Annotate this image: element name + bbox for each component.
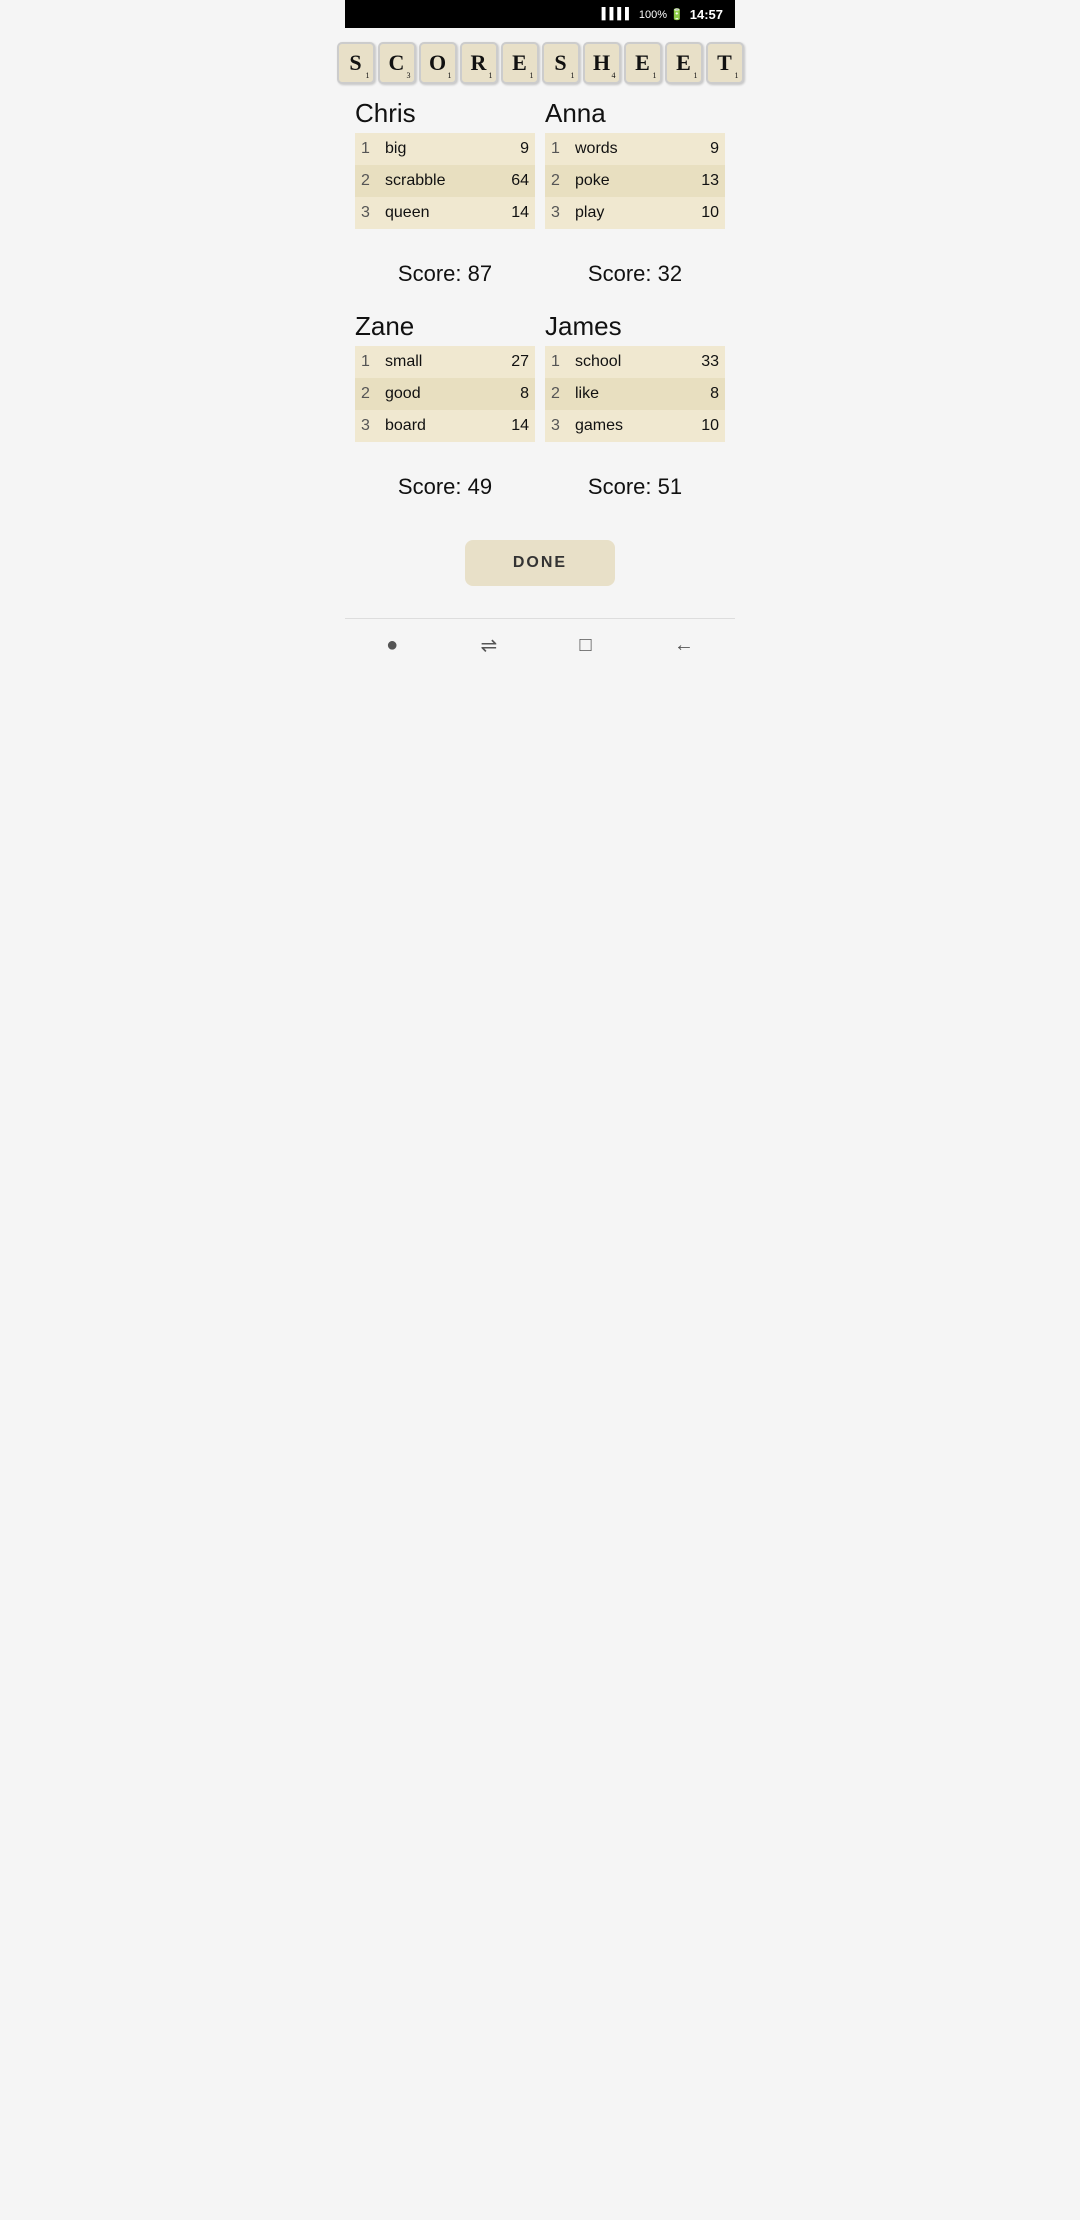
turn-num: 1 xyxy=(545,346,569,378)
word: poke xyxy=(569,165,670,197)
square-icon[interactable]: □ xyxy=(579,634,591,657)
word: school xyxy=(569,346,673,378)
dot-icon[interactable]: ● xyxy=(386,634,398,657)
word: scrabble xyxy=(379,165,490,197)
score: 10 xyxy=(670,197,725,229)
zane-table: 1 small 27 2 good 8 3 board 14 xyxy=(355,346,535,442)
anna-name: Anna xyxy=(545,98,725,129)
signal-icon: ▌▌▌▌ xyxy=(602,8,633,20)
turn-num: 1 xyxy=(355,346,379,378)
zane-name: Zane xyxy=(355,311,535,342)
player-zane: Zane 1 small 27 2 good 8 3 board 14 xyxy=(355,311,535,442)
table-row: 3 play 10 xyxy=(545,197,725,229)
score-summary-row1: Score: 87 Score: 32 xyxy=(355,245,725,295)
score: 9 xyxy=(670,133,725,165)
word: play xyxy=(569,197,670,229)
word: good xyxy=(379,378,479,410)
score-summary-row2: Score: 49 Score: 51 xyxy=(355,458,725,508)
table-row: 3 games 10 xyxy=(545,410,725,442)
score: 27 xyxy=(479,346,535,378)
score: 8 xyxy=(479,378,535,410)
turn-num: 1 xyxy=(545,133,569,165)
score: 33 xyxy=(673,346,725,378)
turn-num: 3 xyxy=(545,410,569,442)
score: 9 xyxy=(490,133,535,165)
scrabble-title: S1C3O1R1E1S1H4E1E1T1 xyxy=(337,42,744,84)
turn-num: 2 xyxy=(355,378,379,410)
nav-bar: ● ⇌ □ ← xyxy=(345,618,735,672)
table-row: 1 school 33 xyxy=(545,346,725,378)
anna-score: Score: 32 xyxy=(545,245,725,295)
player-chris: Chris 1 big 9 2 scrabble 64 3 queen 14 xyxy=(355,98,535,229)
chris-table: 1 big 9 2 scrabble 64 3 queen 14 xyxy=(355,133,535,229)
players-row-2: Zane 1 small 27 2 good 8 3 board 14 xyxy=(355,311,725,452)
title-tile: O1 xyxy=(419,42,457,84)
score: 8 xyxy=(673,378,725,410)
score: 13 xyxy=(670,165,725,197)
word: big xyxy=(379,133,490,165)
chris-score: Score: 87 xyxy=(355,245,535,295)
turn-num: 3 xyxy=(545,197,569,229)
table-row: 2 like 8 xyxy=(545,378,725,410)
james-score: Score: 51 xyxy=(545,458,725,508)
table-row: 3 board 14 xyxy=(355,410,535,442)
word: queen xyxy=(379,197,490,229)
title-tile: E1 xyxy=(624,42,662,84)
word: small xyxy=(379,346,479,378)
title-tile: H4 xyxy=(583,42,621,84)
score: 14 xyxy=(479,410,535,442)
title-tile: E1 xyxy=(665,42,703,84)
main-content: Chris 1 big 9 2 scrabble 64 3 queen 14 xyxy=(345,92,735,608)
score: 10 xyxy=(673,410,725,442)
menu-icon[interactable]: ⇌ xyxy=(480,633,497,658)
score: 14 xyxy=(490,197,535,229)
title-tile: C3 xyxy=(378,42,416,84)
battery-indicator: 100% 🔋 xyxy=(639,8,684,21)
turn-num: 2 xyxy=(545,165,569,197)
players-row-1: Chris 1 big 9 2 scrabble 64 3 queen 14 xyxy=(355,98,725,239)
word: like xyxy=(569,378,673,410)
title-area: S1C3O1R1E1S1H4E1E1T1 xyxy=(345,28,735,92)
zane-score: Score: 49 xyxy=(355,458,535,508)
table-row: 1 big 9 xyxy=(355,133,535,165)
turn-num: 3 xyxy=(355,197,379,229)
title-tile: S1 xyxy=(337,42,375,84)
table-row: 2 poke 13 xyxy=(545,165,725,197)
player-anna: Anna 1 words 9 2 poke 13 3 play 10 xyxy=(545,98,725,229)
table-row: 2 good 8 xyxy=(355,378,535,410)
word: board xyxy=(379,410,479,442)
title-tile: T1 xyxy=(706,42,744,84)
chris-name: Chris xyxy=(355,98,535,129)
back-icon[interactable]: ← xyxy=(674,634,694,657)
james-name: James xyxy=(545,311,725,342)
turn-num: 2 xyxy=(545,378,569,410)
anna-table: 1 words 9 2 poke 13 3 play 10 xyxy=(545,133,725,229)
player-james: James 1 school 33 2 like 8 3 games 10 xyxy=(545,311,725,442)
james-table: 1 school 33 2 like 8 3 games 10 xyxy=(545,346,725,442)
clock: 14:57 xyxy=(690,7,723,22)
done-button[interactable]: DONE xyxy=(465,540,615,586)
title-tile: R1 xyxy=(460,42,498,84)
word: games xyxy=(569,410,673,442)
done-area: DONE xyxy=(355,524,725,602)
word: words xyxy=(569,133,670,165)
table-row: 1 words 9 xyxy=(545,133,725,165)
title-tile: E1 xyxy=(501,42,539,84)
table-row: 1 small 27 xyxy=(355,346,535,378)
score: 64 xyxy=(490,165,535,197)
turn-num: 1 xyxy=(355,133,379,165)
table-row: 2 scrabble 64 xyxy=(355,165,535,197)
title-tile: S1 xyxy=(542,42,580,84)
table-row: 3 queen 14 xyxy=(355,197,535,229)
turn-num: 3 xyxy=(355,410,379,442)
status-bar: ▌▌▌▌ 100% 🔋 14:57 xyxy=(345,0,735,28)
turn-num: 2 xyxy=(355,165,379,197)
